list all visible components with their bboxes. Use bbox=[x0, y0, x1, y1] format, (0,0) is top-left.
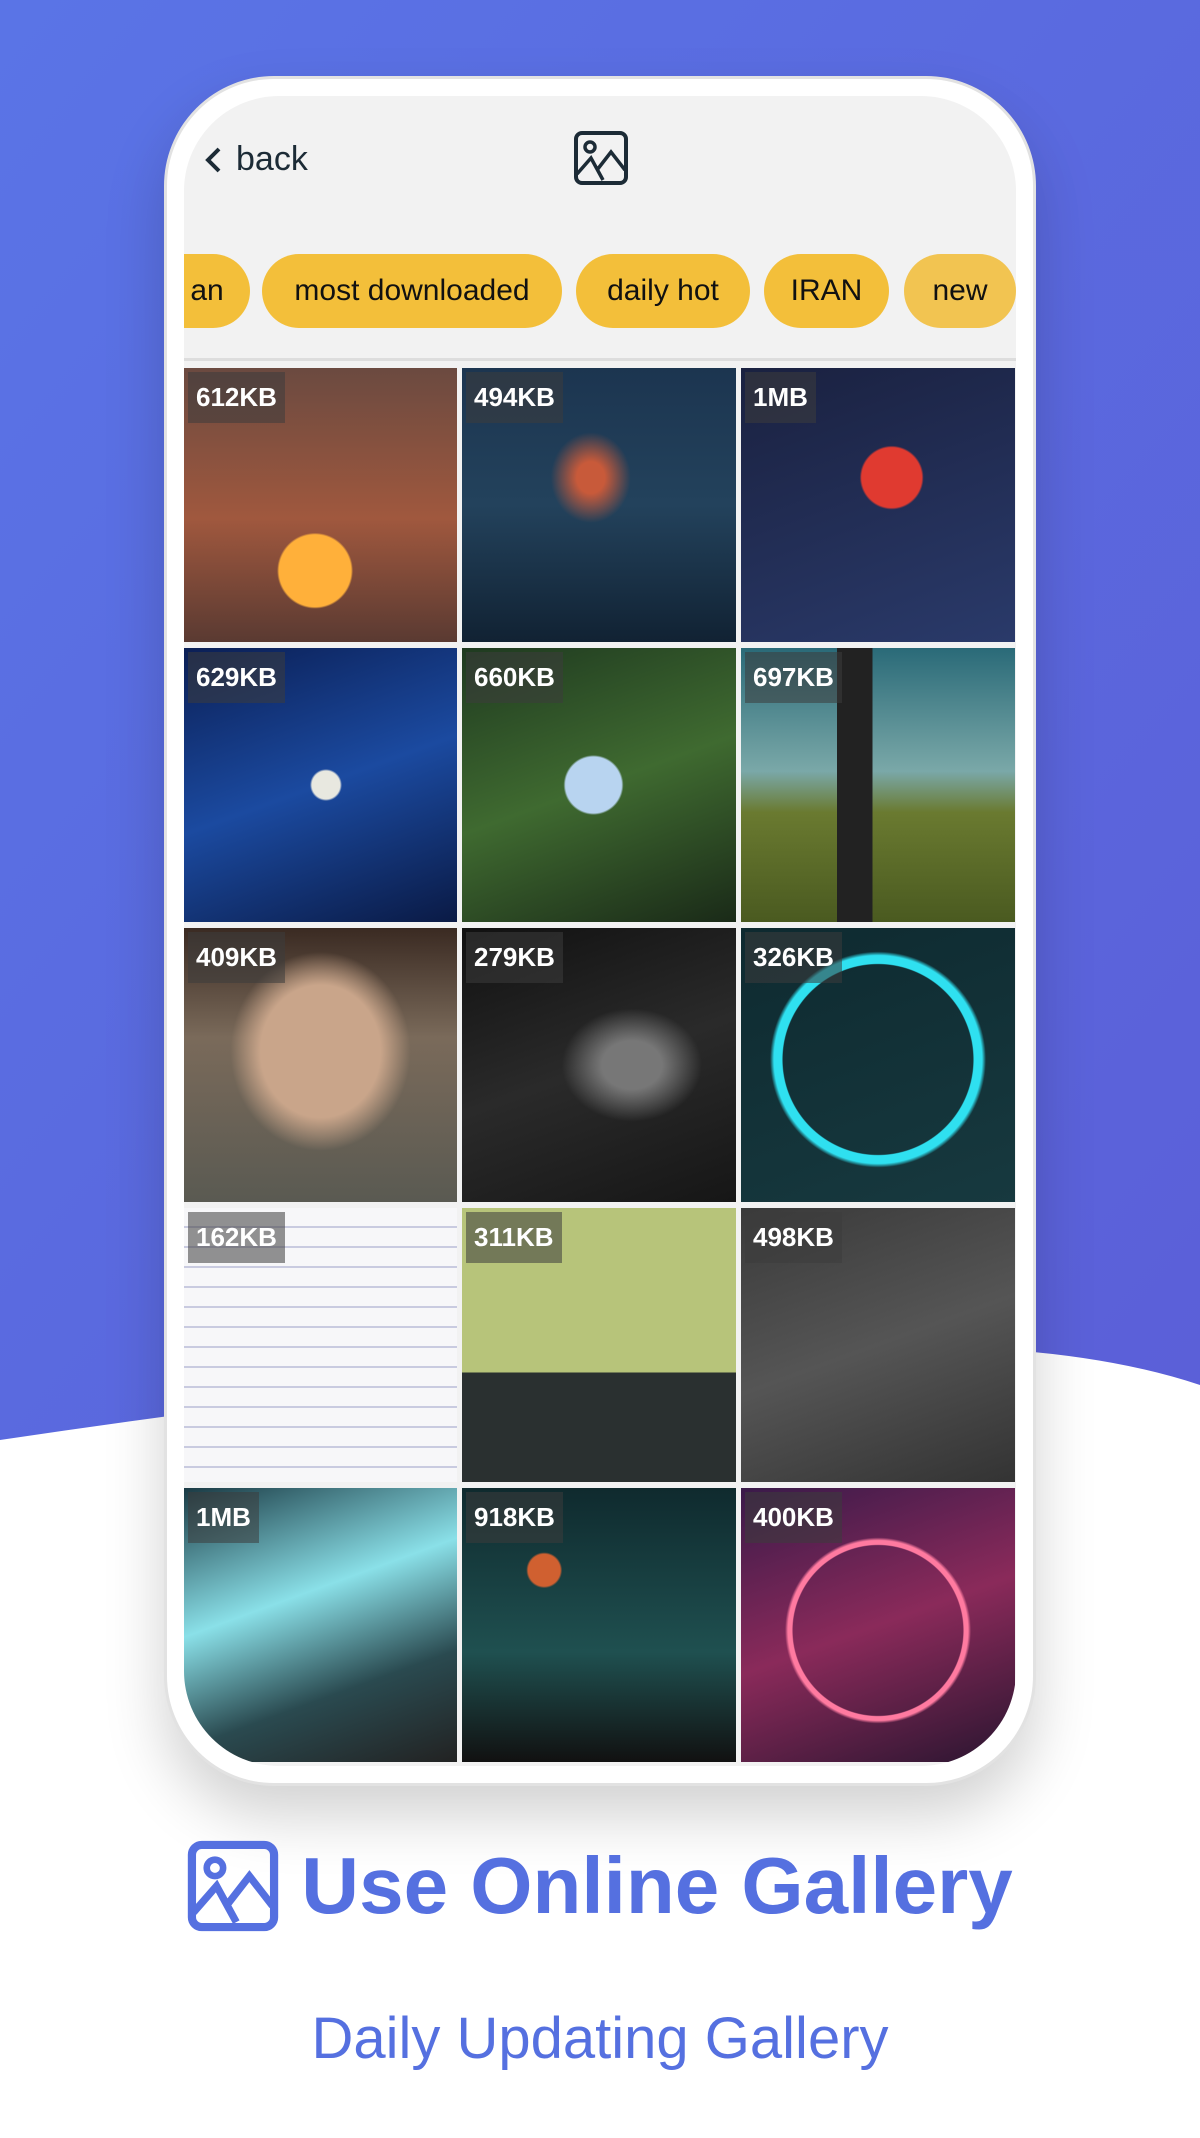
file-size-badge: 629KB bbox=[188, 652, 285, 703]
gallery-item[interactable]: 409KB bbox=[184, 928, 457, 1202]
gallery-item[interactable]: 629KB bbox=[184, 648, 457, 922]
chip[interactable]: an bbox=[184, 254, 250, 328]
gallery-grid: 612KB 494KB 1MB 629KB 660KB 697KB 409KB 279KB 32… bbox=[184, 368, 1016, 1762]
app-header: back bbox=[184, 96, 1016, 236]
gallery-item[interactable]: 1MB bbox=[184, 1488, 457, 1762]
gallery-item[interactable]: 660KB bbox=[462, 648, 736, 922]
chip-label: daily hot bbox=[607, 274, 719, 307]
file-size-badge: 612KB bbox=[188, 372, 285, 423]
footer-subtitle: Daily Updating Gallery bbox=[311, 2006, 889, 2071]
gallery-item[interactable]: 326KB bbox=[741, 928, 1015, 1202]
file-size-badge: 918KB bbox=[466, 1492, 563, 1543]
chip-label: an bbox=[190, 274, 224, 307]
footer-title-text: Use Online Gallery bbox=[301, 1841, 1013, 1930]
back-button[interactable]: back bbox=[204, 140, 308, 179]
gallery-item[interactable]: 162KB bbox=[184, 1208, 457, 1482]
gallery-item[interactable]: 279KB bbox=[462, 928, 736, 1202]
back-label: back bbox=[236, 140, 308, 178]
file-size-badge: 326KB bbox=[745, 932, 842, 983]
image-icon bbox=[188, 1840, 279, 1932]
file-size-badge: 311KB bbox=[466, 1212, 562, 1263]
file-size-badge: 494KB bbox=[466, 372, 563, 423]
file-size-badge: 409KB bbox=[188, 932, 285, 983]
file-size-badge: 162KB bbox=[188, 1212, 285, 1263]
chip-new[interactable]: new bbox=[904, 254, 1016, 328]
phone-frame: back an most downloaded daily hot IRAN n… bbox=[164, 76, 1036, 1786]
gallery-item[interactable]: 612KB bbox=[184, 368, 457, 642]
image-icon bbox=[574, 131, 628, 185]
gallery-item[interactable]: 498KB bbox=[741, 1208, 1015, 1482]
chip-daily-hot[interactable]: daily hot bbox=[576, 254, 750, 328]
gallery-item[interactable]: 697KB bbox=[741, 648, 1015, 922]
gallery-item[interactable]: 494KB bbox=[462, 368, 736, 642]
category-chips: an most downloaded daily hot IRAN new bbox=[184, 254, 1016, 332]
divider bbox=[184, 358, 1016, 361]
chip-label: most downloaded bbox=[294, 274, 530, 307]
file-size-badge: 1MB bbox=[188, 1492, 259, 1543]
file-size-badge: 279KB bbox=[466, 932, 563, 983]
gallery-item[interactable]: 311KB bbox=[462, 1208, 736, 1482]
file-size-badge: 498KB bbox=[745, 1212, 842, 1263]
footer-title: Use Online Gallery bbox=[0, 1840, 1200, 1932]
gallery-item[interactable]: 400KB bbox=[741, 1488, 1015, 1762]
chip-label: new bbox=[932, 274, 988, 307]
phone-screen: back an most downloaded daily hot IRAN n… bbox=[184, 96, 1016, 1766]
chip-most-downloaded[interactable]: most downloaded bbox=[262, 254, 562, 328]
file-size-badge: 400KB bbox=[745, 1492, 842, 1543]
chip-label: IRAN bbox=[790, 274, 863, 307]
chevron-left-icon bbox=[205, 147, 221, 172]
chip-iran[interactable]: IRAN bbox=[764, 254, 889, 328]
file-size-badge: 660KB bbox=[466, 652, 563, 703]
file-size-badge: 1MB bbox=[745, 372, 816, 423]
gallery-item[interactable]: 918KB bbox=[462, 1488, 736, 1762]
gallery-item[interactable]: 1MB bbox=[741, 368, 1015, 642]
file-size-badge: 697KB bbox=[745, 652, 842, 703]
